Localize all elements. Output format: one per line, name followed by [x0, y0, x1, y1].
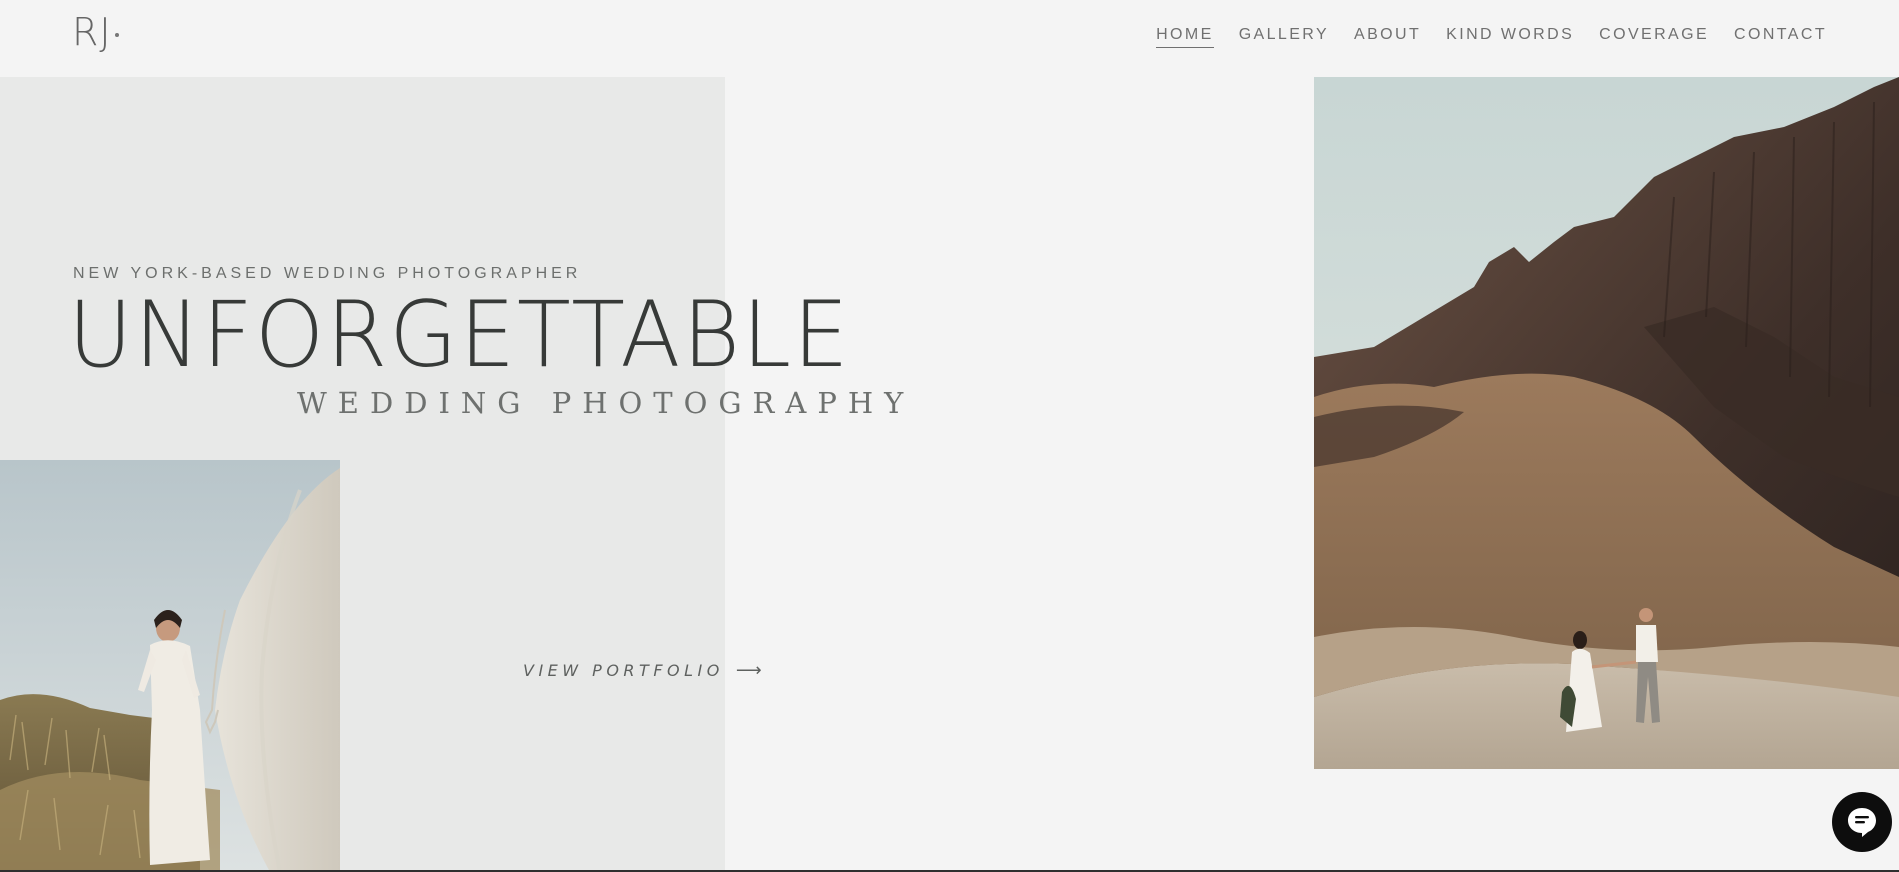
arrow-right-icon: ⟶ [735, 660, 762, 681]
logo-dot [115, 33, 119, 37]
site-header: RJ HOME GALLERY ABOUT KIND WORDS COVERAG… [0, 0, 1899, 77]
view-portfolio-label: VIEW PORTFOLIO [523, 661, 724, 680]
bride-with-veil-photo [0, 460, 340, 872]
chat-bubble-icon [1848, 808, 1876, 837]
nav-item-coverage[interactable]: COVERAGE [1599, 26, 1709, 48]
main-nav: HOME GALLERY ABOUT KIND WORDS COVERAGE C… [1156, 26, 1827, 48]
view-portfolio-link[interactable]: VIEW PORTFOLIO ⟶ [523, 660, 762, 681]
hero-tagline: NEW YORK-BASED WEDDING PHOTOGRAPHER [73, 265, 582, 282]
site-logo[interactable]: RJ [72, 10, 112, 54]
chat-button[interactable] [1832, 792, 1892, 852]
nav-item-contact[interactable]: CONTACT [1734, 26, 1827, 48]
nav-item-home[interactable]: HOME [1156, 26, 1214, 48]
nav-item-kind-words[interactable]: KIND WORDS [1446, 26, 1574, 48]
nav-item-about[interactable]: ABOUT [1354, 26, 1421, 48]
hero-headline: UNFORGETTABLE [68, 281, 851, 388]
couple-in-canyon-photo [1314, 77, 1899, 769]
hero-subhead: WEDDING PHOTOGRAPHY [297, 386, 915, 420]
nav-item-gallery[interactable]: GALLERY [1239, 26, 1329, 48]
